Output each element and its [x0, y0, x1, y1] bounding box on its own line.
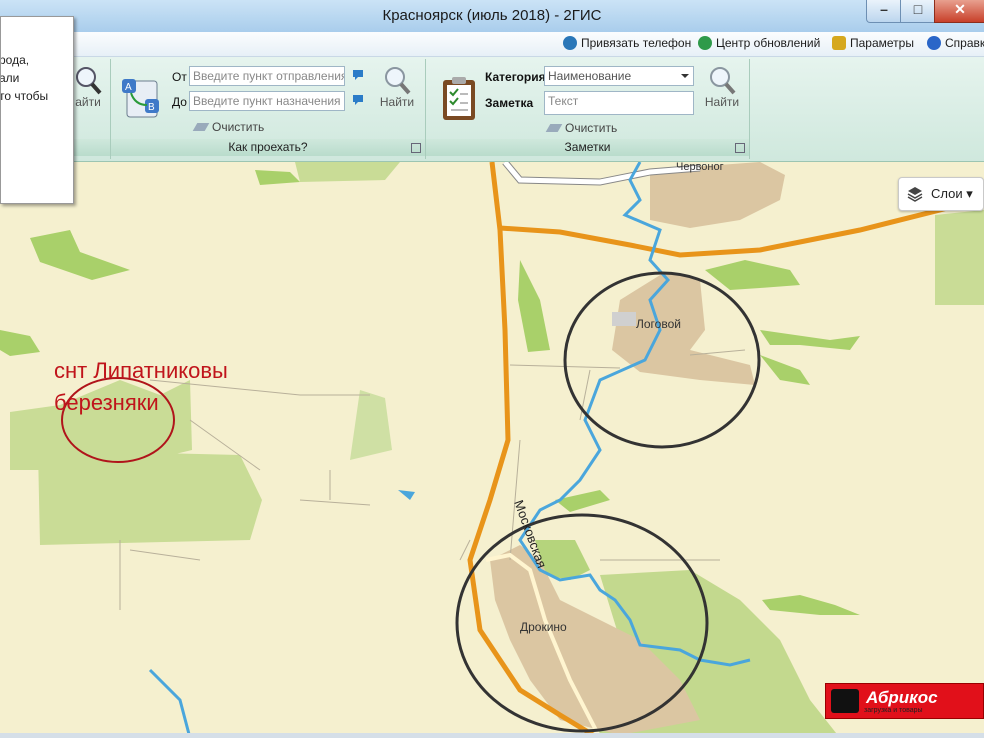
layers-icon	[907, 187, 923, 202]
ad-banner[interactable]: Абрикос загрузка и товары	[825, 683, 984, 719]
from-pin-icon[interactable]	[351, 68, 365, 82]
notes-find-button[interactable]: Найти	[702, 65, 742, 125]
route-clear-label: Очистить	[212, 120, 265, 134]
layers-text: Слои	[931, 186, 963, 201]
category-value: Наименование	[548, 69, 632, 83]
route-group: A B От До Введите пункт отправления Введ…	[111, 59, 426, 159]
category-label: Категория	[485, 70, 546, 84]
layers-label: Слои ▾	[931, 186, 973, 201]
note-input[interactable]: Текст	[544, 91, 694, 115]
tooltip-line: али	[0, 71, 20, 85]
route-group-label: Как проехать?	[111, 139, 425, 156]
phone-icon	[563, 36, 577, 50]
category-select[interactable]: Наименование	[544, 66, 694, 86]
eraser-icon	[545, 124, 563, 132]
top-link-bar: Привязать телефон Центр обновлений Парам…	[0, 32, 984, 57]
magnifier-icon	[385, 67, 411, 95]
notes-find-label: Найти	[704, 95, 740, 109]
refresh-icon	[698, 36, 712, 50]
tooltip-line: то чтобы	[0, 89, 49, 103]
status-bar	[0, 733, 984, 738]
search-find-label: айти	[75, 95, 101, 109]
minimize-icon: –	[880, 1, 888, 17]
close-icon: ✕	[954, 1, 966, 17]
to-pin-icon[interactable]	[351, 93, 365, 107]
updates-link[interactable]: Центр обновлений	[698, 36, 820, 50]
note-label: Заметка	[485, 96, 534, 110]
minimize-button[interactable]: –	[866, 0, 902, 23]
route-group-title: Как проехать?	[228, 140, 308, 154]
expand-corner-icon[interactable]	[411, 143, 421, 153]
expand-corner-icon[interactable]	[735, 143, 745, 153]
maximize-button[interactable]: □	[900, 0, 936, 23]
updates-label: Центр обновлений	[716, 36, 821, 50]
route-to-input[interactable]: Введите пункт назначения	[189, 91, 345, 111]
route-to-label: До	[172, 95, 187, 109]
building-block	[612, 312, 636, 326]
clipboard-icon	[443, 77, 475, 120]
bind-phone-link[interactable]: Привязать телефон	[563, 36, 691, 50]
route-ab-icon: A B	[122, 79, 159, 118]
field-area	[935, 210, 984, 305]
route-from-label: От	[172, 70, 187, 84]
layers-button[interactable]: Слои ▾	[898, 177, 984, 211]
notes-group-label: Заметки	[426, 139, 749, 156]
search-find-button[interactable]: айти	[68, 65, 108, 125]
route-clear-button[interactable]: Очистить	[192, 120, 265, 134]
magnifier-icon	[76, 67, 102, 95]
params-link[interactable]: Параметры	[832, 36, 914, 50]
maximize-icon: □	[913, 1, 923, 17]
svg-text:A: A	[125, 82, 132, 93]
truck-icon	[831, 689, 859, 713]
window-titlebar: Красноярск (июль 2018) - 2ГИС – □ ✕	[0, 0, 984, 33]
bind-phone-label: Привязать телефон	[581, 36, 692, 50]
notes-clear-button[interactable]: Очистить	[545, 121, 618, 135]
tooltip-line: рода,	[0, 53, 30, 67]
help-link[interactable]: Справка	[927, 36, 984, 50]
eraser-icon	[192, 123, 210, 131]
ribbon: айти A B От До Введите пункт отправления…	[0, 57, 984, 162]
banner-subtitle: загрузка и товары	[864, 707, 923, 714]
notes-group-title: Заметки	[564, 140, 611, 154]
svg-text:B: B	[148, 102, 155, 113]
help-label: Справка	[945, 36, 984, 50]
annotation-line-2: березняки	[54, 390, 159, 415]
chevron-down-icon	[681, 74, 689, 78]
notes-clear-label: Очистить	[565, 121, 618, 135]
magnifier-icon	[710, 67, 736, 95]
annotation-line-1: снт Липатниковы	[54, 358, 228, 383]
notes-group: Категория Заметка Наименование Текст Очи…	[426, 59, 750, 159]
close-button[interactable]: ✕	[934, 0, 984, 23]
place-logovoy[interactable]: Логовой	[636, 317, 681, 331]
place-cherv[interactable]: Червоног	[676, 162, 724, 173]
tooltip-popup: рода, али то чтобы	[0, 16, 74, 204]
map-canvas[interactable]: Логовой Дрокино Червоног Московская снт …	[0, 162, 984, 738]
help-icon	[927, 36, 941, 50]
window-title: Красноярск (июль 2018) - 2ГИС	[382, 7, 602, 24]
route-find-label: Найти	[379, 95, 415, 109]
banner-title: Абрикос	[866, 688, 938, 707]
place-drokino[interactable]: Дрокино	[520, 620, 567, 634]
route-find-button[interactable]: Найти	[377, 65, 417, 125]
params-label: Параметры	[850, 36, 914, 50]
route-from-input[interactable]: Введите пункт отправления	[189, 66, 345, 86]
field-area	[295, 162, 400, 182]
gear-icon	[832, 36, 846, 50]
